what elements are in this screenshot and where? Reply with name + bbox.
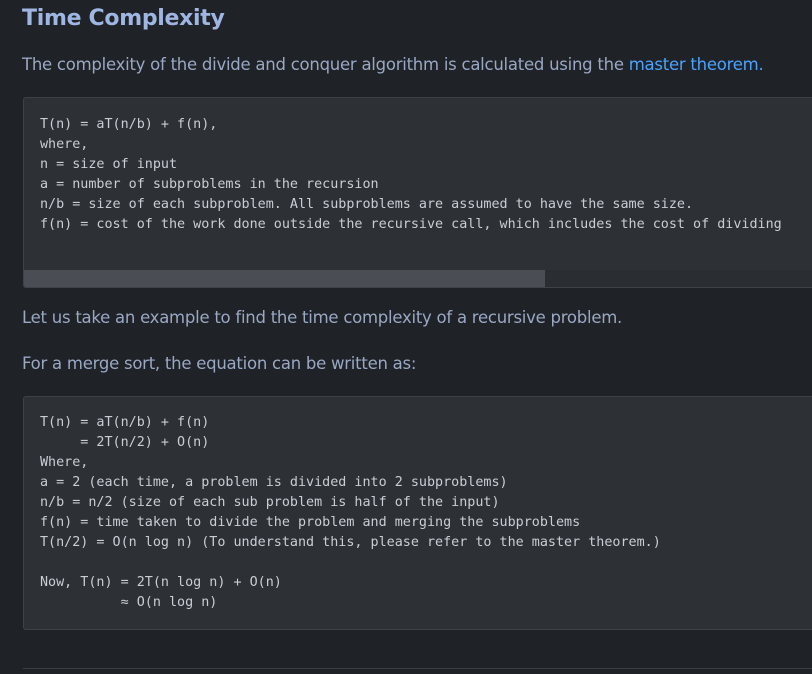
- code-block-merge-sort: T(n) = aT(n/b) + f(n) = 2T(n/2) + O(n) W…: [23, 396, 812, 630]
- code-line: a = number of subproblems in the recursi…: [40, 177, 379, 192]
- code-line: f(n) = cost of the work done outside the…: [40, 217, 782, 232]
- section-divider: [23, 668, 812, 669]
- code-line: ≈ O(n log n): [40, 595, 218, 610]
- code-block-recurrence: T(n) = aT(n/b) + f(n), where, n = size o…: [23, 97, 812, 288]
- code-line: Where,: [40, 455, 89, 470]
- section-heading: Time Complexity: [22, 6, 225, 31]
- code-line: a = 2 (each time, a problem is divided i…: [40, 475, 508, 490]
- code-line: T(n) = aT(n/b) + f(n): [40, 415, 210, 430]
- code-line: f(n) = time taken to divide the problem …: [40, 515, 581, 530]
- intro-text: The complexity of the divide and conquer…: [22, 55, 629, 74]
- code-recurrence-text: T(n) = aT(n/b) + f(n), where, n = size o…: [24, 98, 812, 235]
- merge-sort-paragraph: For a merge sort, the equation can be wr…: [22, 354, 417, 373]
- code-line: T(n/2) = O(n log n) (To understand this,…: [40, 535, 661, 550]
- code-merge-sort-text: T(n) = aT(n/b) + f(n) = 2T(n/2) + O(n) W…: [24, 397, 812, 613]
- example-paragraph: Let us take an example to find the time …: [22, 308, 623, 327]
- code-line: n = size of input: [40, 157, 178, 172]
- code-line: = 2T(n/2) + O(n): [40, 435, 210, 450]
- code-line: n/b = n/2 (size of each sub problem is h…: [40, 495, 500, 510]
- master-theorem-link[interactable]: master theorem.: [629, 55, 764, 74]
- code-line: where,: [40, 137, 89, 152]
- code-line: n/b = size of each subproblem. All subpr…: [40, 197, 694, 212]
- scrollbar-thumb[interactable]: [24, 270, 545, 287]
- code-line: Now, T(n) = 2T(n log n) + O(n): [40, 575, 282, 590]
- code-line: T(n) = aT(n/b) + f(n),: [40, 117, 218, 132]
- horizontal-scrollbar[interactable]: [24, 270, 812, 287]
- intro-paragraph: The complexity of the divide and conquer…: [22, 55, 764, 74]
- article-section: Time Complexity The complexity of the di…: [0, 0, 812, 674]
